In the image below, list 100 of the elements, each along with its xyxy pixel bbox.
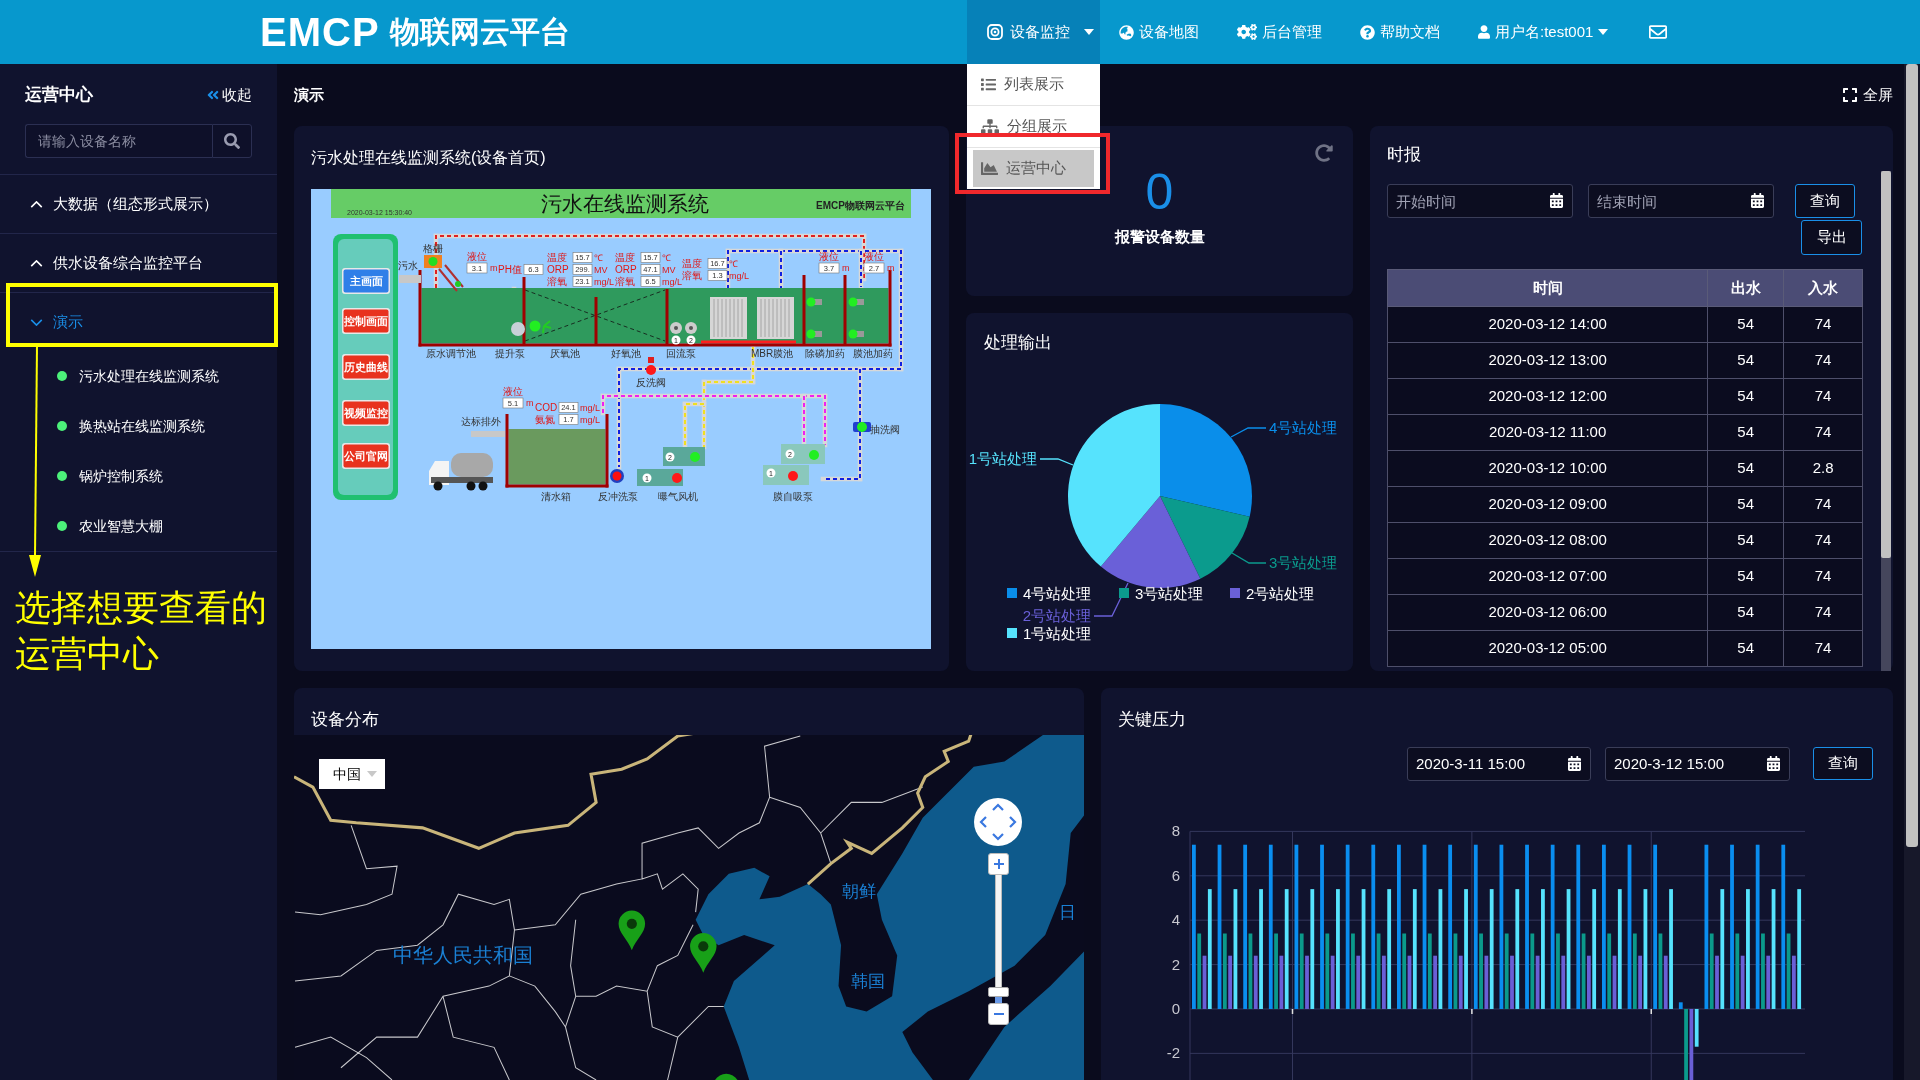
scrollbar[interactable] <box>1904 64 1920 1080</box>
table-cell: 2020-03-12 08:00 <box>1387 522 1708 559</box>
nav-tab[interactable]: 设备监控 <box>967 0 1078 64</box>
map-label: 韩国 <box>850 971 885 992</box>
zoom-slider[interactable] <box>988 875 1009 1003</box>
menu-button[interactable]: 视频监控 <box>342 400 390 426</box>
menu-button[interactable]: 控制画面 <box>342 308 390 334</box>
scrollbar-thumb[interactable] <box>1881 171 1891 558</box>
table-cell: 74 <box>1783 522 1863 559</box>
pipe <box>399 275 421 283</box>
axis-label: 4 <box>1171 911 1180 929</box>
calendar-icon[interactable] <box>1568 755 1581 771</box>
pump-icon <box>848 329 864 339</box>
zoom-out-button[interactable] <box>988 1003 1009 1025</box>
plus-icon <box>993 859 1004 869</box>
tree-item[interactable]: 锅炉控制系统 <box>0 451 277 501</box>
card-title: 处理输出 <box>984 332 1052 355</box>
unit-label: mg/L <box>580 403 600 413</box>
date-field[interactable]: 开始时间 <box>1387 184 1573 218</box>
fullscreen-button[interactable]: 全屏 <box>1843 83 1893 107</box>
card-title: 设备分布 <box>311 710 380 730</box>
table-cell: 54 <box>1707 486 1784 523</box>
chevron-down-icon <box>30 318 43 326</box>
membrane-module <box>710 297 747 339</box>
query-button[interactable]: 查询 <box>1813 747 1873 780</box>
tree-item[interactable]: 供水设备综合监控平台 <box>0 234 277 292</box>
pan-control-icon[interactable] <box>974 798 1022 846</box>
pump-icon <box>806 329 822 339</box>
tree-item[interactable]: 大数据（组态形式展示） <box>0 175 277 233</box>
gauge-label: 温度 <box>682 258 702 269</box>
process-label: 厌氧池 <box>550 348 580 359</box>
menu-button[interactable]: 公司官网 <box>342 443 390 469</box>
date-field[interactable]: 2020-3-11 15:00 <box>1407 746 1591 781</box>
table-cell: 2.8 <box>1783 450 1863 487</box>
menu-button[interactable]: 主画面 <box>342 268 390 294</box>
table-cell: 54 <box>1707 414 1784 451</box>
calendar-icon[interactable] <box>1767 755 1780 771</box>
table-cell: 2020-03-12 13:00 <box>1387 342 1708 379</box>
table-cell: 54 <box>1707 630 1784 667</box>
table-cell: 2020-03-12 10:00 <box>1387 450 1708 487</box>
table-cell: 2020-03-12 11:00 <box>1387 414 1708 451</box>
process-label: 达标排外 <box>461 416 501 427</box>
diagram-title: 污水在线监测系统 <box>541 192 709 216</box>
date-field[interactable]: 2020-3-12 15:00 <box>1605 746 1790 781</box>
gauge-label: ORP <box>615 264 637 275</box>
slice-label: 4号站处理 <box>1269 419 1338 436</box>
calendar-icon[interactable] <box>1751 193 1764 208</box>
gauge-label: 溶氧 <box>547 276 567 287</box>
column-header: 时间 <box>1387 269 1708 307</box>
process-label: 曝气风机 <box>658 491 698 502</box>
export-button[interactable]: 导出 <box>1801 220 1862 255</box>
conveyor-icon <box>424 255 464 292</box>
map-pin-icon[interactable] <box>690 933 717 973</box>
query-button[interactable]: 查询 <box>1795 184 1855 218</box>
gauge-label: 液位 <box>503 386 523 397</box>
user-icon <box>1478 25 1490 39</box>
slider-thumb[interactable] <box>988 987 1009 998</box>
gauge-label: 液位 <box>864 251 884 262</box>
unit-label: m <box>490 263 498 273</box>
tree-item[interactable]: 演示 <box>0 293 277 351</box>
refresh-icon[interactable] <box>1315 144 1333 162</box>
region-select[interactable]: 中国 <box>319 759 385 789</box>
process-label: 反冲洗泵 <box>598 491 638 502</box>
menu-button[interactable]: 历史曲线 <box>342 354 390 380</box>
expand-icon <box>1843 87 1857 103</box>
mail-icon[interactable] <box>1649 23 1668 41</box>
scrollbar[interactable] <box>1881 171 1891 671</box>
unit-label: ℃ <box>594 253 603 263</box>
pump-icon <box>610 469 624 483</box>
table-cell: 54 <box>1707 558 1784 595</box>
map-pin-icon[interactable] <box>715 1073 738 1080</box>
process-label: 除磷加药 <box>805 348 845 359</box>
map-pin-icon[interactable] <box>618 910 646 951</box>
collapse-button[interactable]: 收起 <box>207 83 252 107</box>
pump-icon <box>637 447 705 486</box>
search-button[interactable] <box>212 124 252 158</box>
pump-icon <box>670 322 682 334</box>
date-field[interactable]: 结束时间 <box>1588 184 1774 218</box>
scrollbar-thumb[interactable] <box>1906 64 1918 847</box>
table-cell: 2020-03-12 12:00 <box>1387 378 1708 415</box>
tree-item[interactable]: 污水处理在线监测系统 <box>0 351 277 401</box>
zoom-in-button[interactable] <box>988 853 1009 875</box>
legend-label: 4号站处理 <box>1023 584 1092 602</box>
unit-label: m <box>842 263 850 273</box>
process-label: 污水 <box>398 260 418 271</box>
axis-label: 6 <box>1171 866 1180 884</box>
search-field[interactable]: 请输入设备名称 <box>25 124 212 158</box>
table-cell: 74 <box>1783 378 1863 415</box>
calendar-icon[interactable] <box>1550 193 1563 208</box>
tree-item[interactable]: 农业智慧大棚 <box>0 501 277 551</box>
sidebar-title: 运营中心 <box>25 84 93 107</box>
map-label: 中华人民共和国 <box>393 943 534 966</box>
slice-label: 3号站处理 <box>1269 554 1338 571</box>
tree-item[interactable]: 换热站在线监测系统 <box>0 401 277 451</box>
unit-label: ℃ <box>729 259 738 269</box>
leader-line <box>1093 582 1129 617</box>
double-chevron-left-icon <box>207 88 219 102</box>
menu-item[interactable]: 运营中心 <box>973 150 1094 187</box>
dropdown-toggle[interactable] <box>1078 0 1100 64</box>
table-cell: 74 <box>1783 342 1863 379</box>
